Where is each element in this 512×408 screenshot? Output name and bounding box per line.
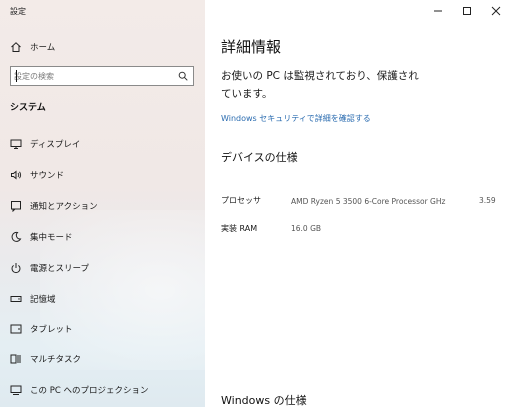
speaker-icon <box>10 169 22 181</box>
security-details-link[interactable]: Windows セキュリティで詳細を確認する <box>221 113 371 124</box>
search-box[interactable] <box>10 66 194 86</box>
sidebar-item-label: 集中モード <box>30 233 73 243</box>
search-icon[interactable] <box>178 71 188 81</box>
sidebar-item-label: マルチタスク <box>30 355 82 365</box>
sidebar-item-label: この PC へのプロジェクション <box>30 386 149 396</box>
sidebar-item-label: 記憶域 <box>30 295 56 305</box>
sidebar-item-label: タブレット <box>30 325 73 335</box>
sidebar-item-label: ホーム <box>30 43 56 53</box>
sidebar-item-multitasking[interactable]: マルチタスク <box>0 348 205 370</box>
monitor-icon <box>10 138 22 150</box>
sidebar-item-sound[interactable]: サウンド <box>0 164 205 186</box>
sidebar-item-storage[interactable]: 記憶域 <box>0 288 205 310</box>
sidebar-item-label: 通知とアクション <box>30 202 98 212</box>
window-title: 設定 <box>10 7 26 16</box>
sidebar-item-label: ディスプレイ <box>30 140 81 150</box>
main-content: 詳細情報 お使いの PC は監視されており、保護され ています。 Windows… <box>205 0 512 407</box>
sidebar-item-home[interactable]: ホーム <box>0 36 205 58</box>
sidebar-item-power-sleep[interactable]: 電源とスリープ <box>0 257 205 279</box>
sidebar-item-display[interactable]: ディスプレイ <box>0 133 205 155</box>
moon-icon <box>10 231 22 243</box>
search-input[interactable] <box>14 69 174 83</box>
power-icon <box>10 262 22 274</box>
device-specifications-heading: デバイスの仕様 <box>221 151 298 164</box>
minimize-button[interactable] <box>431 4 445 18</box>
spec-value-ram: 16.0 GB <box>291 224 322 233</box>
spec-value-processor-speed: 3.59 <box>479 196 496 205</box>
page-title: 詳細情報 <box>221 38 282 56</box>
tablet-icon <box>10 323 22 335</box>
sidebar-item-tablet[interactable]: タブレット <box>0 318 205 340</box>
sidebar-item-focus-assist[interactable]: 集中モード <box>0 226 205 248</box>
status-line: ています。 <box>221 88 273 100</box>
sidebar-item-notifications[interactable]: 通知とアクション <box>0 195 205 217</box>
notification-icon <box>10 200 22 212</box>
storage-icon <box>10 293 22 305</box>
section-title: システム <box>10 103 46 113</box>
protection-status: お使いの PC は監視されており、保護され ています。 <box>221 67 471 103</box>
minimize-icon <box>434 10 442 12</box>
spec-value-processor: AMD Ryzen 5 3500 6-Core Processor GHz <box>291 197 446 206</box>
projection-icon <box>10 384 22 396</box>
maximize-icon <box>463 7 471 15</box>
maximize-button[interactable] <box>460 4 474 18</box>
sidebar-item-label: 電源とスリープ <box>30 264 89 274</box>
home-icon <box>10 41 22 53</box>
multitask-icon <box>10 353 22 365</box>
sidebar-item-label: サウンド <box>30 171 65 181</box>
text-caret <box>16 70 17 82</box>
spec-label-processor: プロセッサ <box>221 196 261 205</box>
close-button[interactable] <box>489 4 503 18</box>
status-line: お使いの PC は監視されており、保護され <box>221 70 419 82</box>
sidebar: 設定 ホーム システム ディスプレイ サウンド 通知とアクション <box>0 0 205 407</box>
close-icon <box>491 6 501 16</box>
spec-label-ram: 実装 RAM <box>221 224 258 233</box>
sidebar-item-projection[interactable]: この PC へのプロジェクション <box>0 379 205 401</box>
windows-specifications-heading: Windows の仕様 <box>221 394 307 407</box>
